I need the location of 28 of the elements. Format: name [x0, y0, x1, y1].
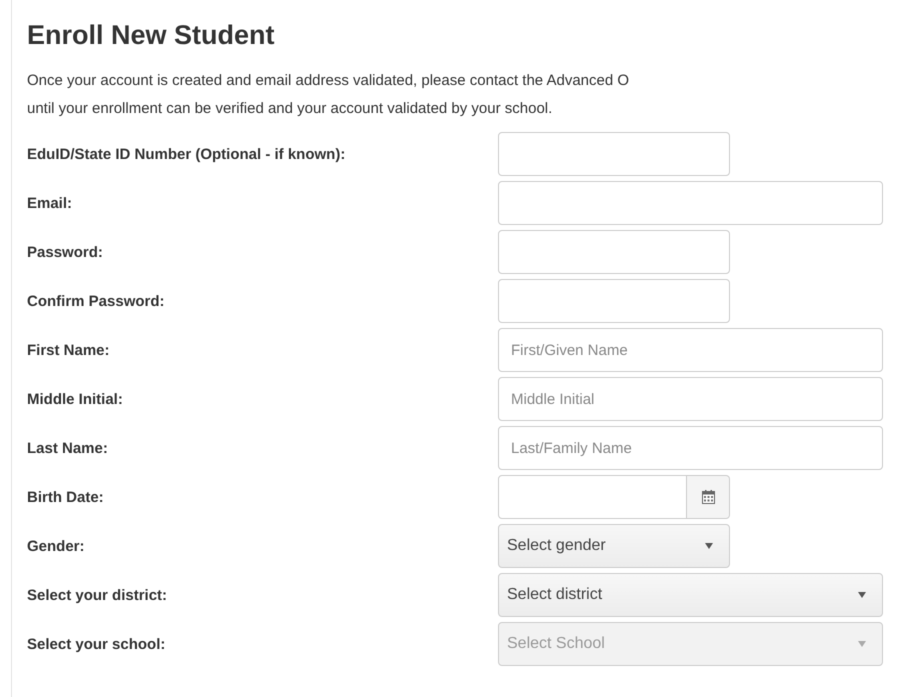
- field-label: Confirm Password:: [27, 292, 166, 310]
- field-label: EduID/State ID Number (Optional - if known):: [27, 146, 346, 162]
- input-field[interactable]: Middle Initial: [498, 377, 883, 421]
- calendar-icon: [702, 490, 714, 504]
- field-label: Password:: [27, 244, 104, 260]
- field-label: First Name:: [27, 342, 111, 358]
- input-field[interactable]: First/Given Name: [498, 328, 883, 372]
- field-label: Select your school:: [27, 636, 166, 652]
- intro-paragraph: Once your account is created and email address validated, please contact the Advanced O until your enrollment can be verified and your account validated by your school.: [27, 71, 630, 119]
- select-dropdown[interactable]: Select district: [498, 573, 883, 617]
- input-field[interactable]: Last/Family Name: [498, 426, 883, 470]
- field-label: Email:: [27, 194, 74, 212]
- field-label: Gender:: [27, 538, 86, 554]
- input-field[interactable]: [498, 181, 883, 225]
- caret-icon: [705, 543, 713, 549]
- field-label: Middle Initial:: [27, 390, 124, 408]
- input-field[interactable]: [498, 230, 730, 274]
- caret-icon: [858, 592, 866, 598]
- field-label: Birth Date:: [27, 488, 105, 506]
- date-field[interactable]: [498, 475, 687, 519]
- page-heading: Enroll New Student: [27, 20, 276, 51]
- input-field[interactable]: [498, 132, 730, 176]
- caret-icon: [858, 641, 866, 647]
- field-label: Last Name:: [27, 440, 109, 456]
- select-dropdown[interactable]: Select gender: [498, 524, 730, 568]
- field-label: Select your district:: [27, 586, 168, 604]
- calendar-button[interactable]: [687, 475, 730, 519]
- input-field[interactable]: [498, 279, 730, 323]
